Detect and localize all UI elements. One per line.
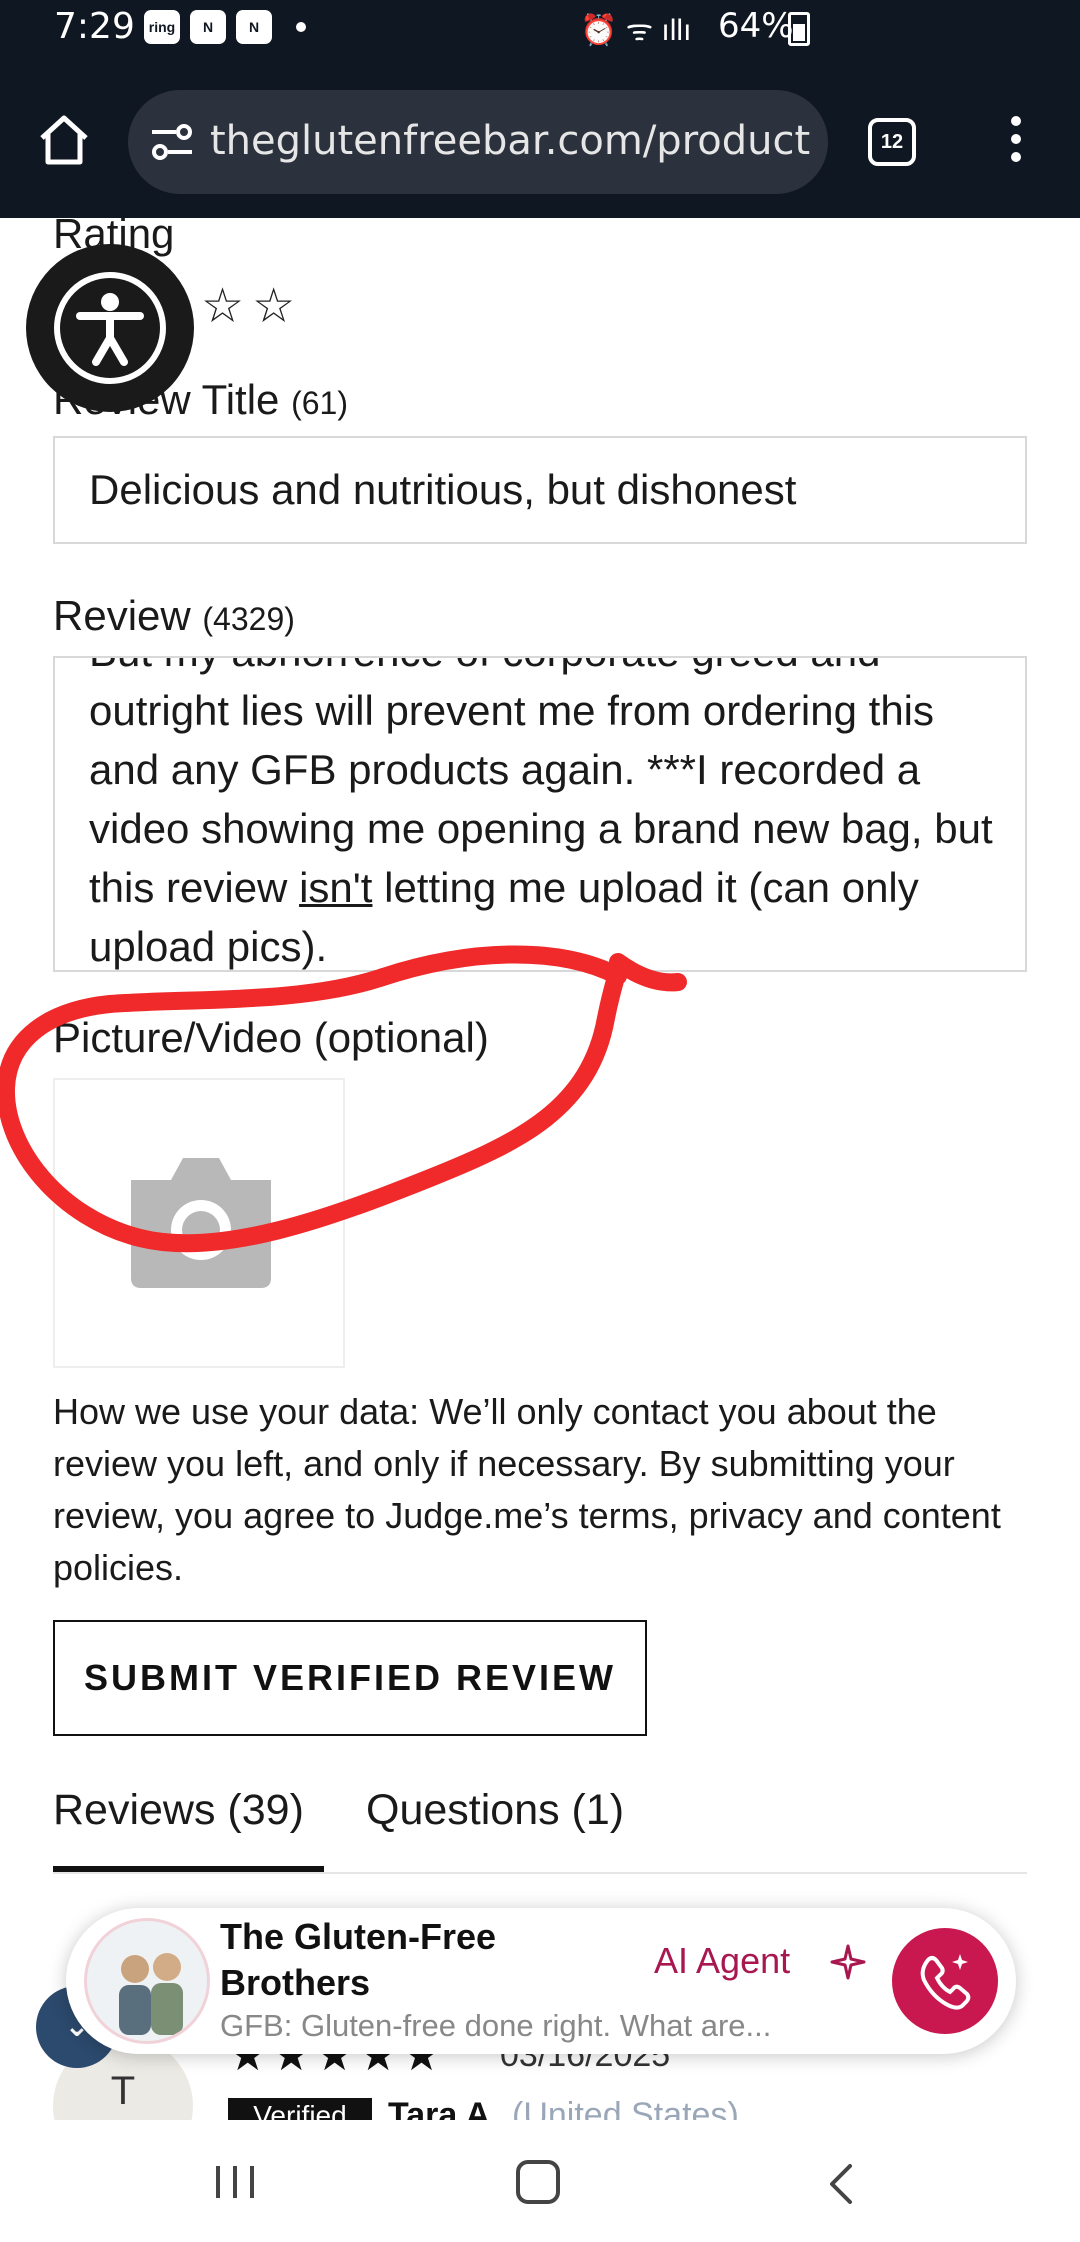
site-settings-icon[interactable]	[150, 122, 194, 162]
review-label-text: Review	[53, 592, 191, 639]
ring-notification-icon: ring	[144, 10, 180, 44]
accessibility-icon	[54, 272, 166, 384]
review-title-count: (61)	[291, 385, 348, 421]
verified-badge: Verified	[228, 2098, 372, 2120]
more-vert-icon[interactable]	[1004, 116, 1028, 168]
home-nav-icon[interactable]	[516, 2160, 560, 2204]
tab-reviews[interactable]: Reviews (39)	[53, 1786, 304, 1835]
tab-questions[interactable]: Questions (1)	[366, 1786, 624, 1835]
chat-subtitle: GFB: Gluten-free done right. What are...	[220, 2008, 772, 2043]
battery-percent: 64%	[718, 6, 794, 46]
star-icon[interactable]: ☆	[252, 280, 303, 333]
camera-icon	[131, 1158, 271, 1288]
phone-icon	[920, 1954, 971, 2010]
status-bar: 7:29 ring N N ⏰ ᯤ ıllı 64%	[0, 0, 1080, 56]
app-notification-icon: N	[236, 10, 272, 44]
ai-agent-label[interactable]: AI Agent	[654, 1940, 790, 1982]
review-body-text: But my abhorrence of corporate greed and…	[89, 658, 1009, 970]
review-label: Review (4329)	[53, 592, 295, 640]
sparkle-icon	[830, 1944, 866, 1980]
privacy-notice: How we use your data: We’ll only contact…	[53, 1391, 1001, 1588]
browser-chrome: 7:29 ring N N ⏰ ᯤ ıllı 64% theglutenfree…	[0, 0, 1080, 218]
battery-icon	[788, 12, 810, 46]
review-text-underlined: isn't	[299, 864, 373, 911]
review-title-input[interactable]: Delicious and nutritious, but dishonest	[53, 436, 1027, 544]
more-notifications-dot	[296, 22, 306, 32]
home-icon[interactable]	[36, 112, 92, 168]
review-body-textarea[interactable]: But my abhorrence of corporate greed and…	[53, 656, 1027, 972]
reviewer-country: (United States)	[512, 2096, 739, 2120]
back-icon[interactable]	[826, 2162, 856, 2206]
chat-widget[interactable]: The Gluten-Free Brothers GFB: Gluten-fre…	[66, 1908, 1016, 2054]
address-bar[interactable]: theglutenfreebar.com/products/	[128, 90, 828, 194]
media-upload-box[interactable]	[53, 1078, 345, 1368]
accessibility-button[interactable]	[26, 244, 194, 412]
android-nav-bar	[0, 2120, 1080, 2242]
chat-title: The Gluten-Free Brothers	[220, 1916, 497, 2003]
review-count: (4329)	[202, 601, 295, 637]
tab-divider	[53, 1872, 1027, 1874]
url-text[interactable]: theglutenfreebar.com/products/	[210, 118, 810, 164]
reviewer-name: Tara A.	[388, 2096, 500, 2120]
recents-icon[interactable]	[212, 2162, 258, 2202]
star-icon[interactable]: ☆	[201, 280, 252, 333]
tabs-icon[interactable]: 12	[868, 118, 916, 166]
review-title-value: Delicious and nutritious, but dishonest	[89, 466, 797, 513]
alarm-wifi-signal-icons: ⏰ ᯤ ıllı	[580, 14, 692, 47]
page-content: Rating ☆☆☆ Review Title (61) Delicious a…	[0, 218, 1080, 2120]
app-notification-icon: N	[190, 10, 226, 44]
media-label: Picture/Video (optional)	[53, 1014, 489, 1061]
status-time: 7:29	[54, 6, 135, 47]
call-button[interactable]	[892, 1928, 998, 2034]
brand-avatar	[84, 1918, 210, 2044]
submit-review-button[interactable]: SUBMIT VERIFIED REVIEW	[53, 1620, 647, 1736]
